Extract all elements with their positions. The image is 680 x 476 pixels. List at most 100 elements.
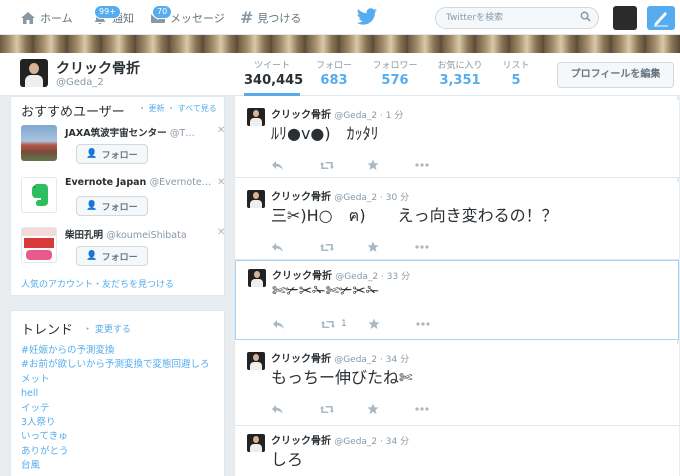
retweet-button[interactable] — [319, 240, 367, 254]
tweet-time[interactable]: 33 分 — [387, 272, 410, 282]
messages-badge: 70 — [152, 5, 173, 19]
tweet-avatar[interactable] — [247, 352, 265, 370]
user-avatar[interactable] — [21, 227, 57, 263]
nav-messages[interactable]: メッセージ 70 — [150, 0, 225, 35]
tweet-handle: @Geda_2 — [334, 437, 378, 447]
add-user-icon: 👤 — [86, 201, 98, 211]
reply-button[interactable] — [272, 317, 320, 331]
trends-list: #妊娠からの予測変換 #お前が欲しいから予測変換で変態回避しろ メット hell… — [21, 344, 209, 474]
trend-item[interactable]: 3人祭り — [21, 416, 209, 430]
nav-discover[interactable]: # 見つける — [240, 0, 301, 35]
favorite-button[interactable] — [367, 240, 415, 254]
reply-button[interactable] — [271, 402, 319, 416]
reply-button[interactable] — [271, 240, 319, 254]
trend-item[interactable]: メット — [21, 373, 209, 387]
user-name-line[interactable]: Evernote Japan @Evernote… — [65, 177, 211, 188]
suggested-user: Evernote Japan @Evernote… ✕ 👤 フォロー — [21, 177, 225, 223]
tweet-time[interactable]: 34 分 — [386, 437, 409, 447]
more-button[interactable] — [416, 317, 464, 331]
favorite-button[interactable] — [367, 402, 415, 416]
retweet-icon — [320, 243, 334, 251]
stat-value: 683 — [320, 73, 348, 88]
more-button[interactable] — [415, 402, 463, 416]
dismiss-icon[interactable]: ✕ — [217, 125, 225, 136]
user-name-line[interactable]: JAXA筑波宇宙センター @T… — [65, 125, 195, 139]
favorite-button[interactable] — [368, 317, 416, 331]
profile-name[interactable]: クリック骨折 — [56, 58, 140, 78]
trend-item[interactable]: いってきゅ — [21, 430, 209, 444]
retweet-icon — [321, 320, 335, 328]
retweet-button[interactable]: 1 — [320, 317, 368, 331]
trend-item[interactable]: イッテ — [21, 402, 209, 416]
trend-item[interactable]: #お前が欲しいから予測変換で変態回避しろ — [21, 358, 209, 372]
tweet-time[interactable]: 1 分 — [386, 111, 404, 121]
dot-separator: · — [378, 272, 387, 282]
tweet[interactable]: クリック骨折 @Geda_2 · 30 分 三✂)H○ ฅ) えっ向き変わるの！… — [235, 182, 679, 260]
tweet-text: 三✂)H○ ฅ) えっ向き変わるの！？ — [271, 206, 558, 225]
retweet-button[interactable] — [319, 158, 367, 172]
favorite-button[interactable] — [367, 158, 415, 172]
find-friends-link[interactable]: 人気のアカウント・友だちを見つける — [21, 277, 174, 290]
tweet-timeline: クリック骨折 @Geda_2 · 1 分 ﾙﾘ●v●) ｶｯﾀﾘ クリック骨折 … — [234, 96, 679, 476]
tweet-header: クリック骨折 @Geda_2 · 33 分 — [272, 267, 410, 282]
follow-label: フォロー — [101, 202, 138, 213]
search-input[interactable]: Twitterを検索 — [435, 7, 599, 29]
follow-button[interactable]: 👤 フォロー — [76, 196, 148, 216]
tweet[interactable]: クリック骨折 @Geda_2 · 34 分 もっちー伸びたね✄ — [235, 344, 679, 426]
tweet-text: しろ — [271, 450, 304, 469]
more-button[interactable] — [415, 158, 463, 172]
reply-button[interactable] — [271, 158, 319, 172]
retweet-count: 1 — [341, 319, 347, 329]
user-avatar[interactable] — [21, 125, 57, 161]
trend-item[interactable]: 台風 — [21, 459, 209, 473]
user-handle: @Evernote… — [149, 177, 212, 188]
stat-value: 5 — [511, 73, 521, 88]
star-icon — [368, 318, 380, 329]
user-handle: @T… — [169, 128, 195, 139]
tweet-avatar[interactable] — [247, 434, 265, 452]
star-icon — [367, 403, 379, 414]
search-icon[interactable] — [580, 11, 591, 22]
user-name-line[interactable]: 柴田孔明 @koumeiShibata — [65, 227, 187, 241]
account-avatar[interactable] — [613, 6, 637, 30]
stat-lists[interactable]: リスト 5 — [500, 58, 532, 88]
profile-navbar: クリック骨折 @Geda_2 ツイート 340,445 フォロー 683 フォロ… — [0, 53, 680, 96]
trends-change-link[interactable]: ・ 変更する — [83, 322, 131, 335]
who-to-follow-links[interactable]: ・ 更新 ・ すべて見る — [138, 103, 217, 114]
retweet-button[interactable] — [319, 402, 367, 416]
stat-value: 576 — [381, 73, 409, 88]
stat-favorites[interactable]: お気に入り 3,351 — [435, 58, 485, 88]
nav-messages-label: メッセージ — [170, 11, 225, 25]
profile-banner — [0, 35, 680, 53]
stat-tweets[interactable]: ツイート 340,445 — [244, 58, 304, 96]
stat-following[interactable]: フォロー 683 — [312, 58, 356, 88]
dismiss-icon[interactable]: ✕ — [217, 227, 225, 238]
twitter-bird-icon[interactable] — [356, 8, 378, 26]
trend-item[interactable]: ありがとう — [21, 445, 209, 459]
trend-item[interactable]: hell — [21, 387, 209, 401]
tweet[interactable]: クリック骨折 @Geda_2 · 34 分 しろ — [235, 426, 679, 476]
edit-profile-button[interactable]: プロフィールを編集 — [557, 62, 674, 88]
tweet-actions — [271, 402, 463, 416]
tweet[interactable]: クリック骨折 @Geda_2 · 1 分 ﾙﾘ●v●) ｶｯﾀﾘ — [235, 100, 679, 178]
tweet-avatar[interactable] — [248, 269, 266, 287]
compose-tweet-button[interactable] — [647, 6, 675, 30]
tweet-avatar[interactable] — [247, 108, 265, 126]
profile-avatar[interactable] — [20, 59, 48, 87]
more-button[interactable] — [415, 240, 463, 254]
stat-followers[interactable]: フォロワー 576 — [370, 58, 420, 88]
dismiss-icon[interactable]: ✕ — [217, 177, 225, 188]
tweet[interactable]: クリック骨折 @Geda_2 · 33 分 ✄✃✂✁✄✃✂✁ 1 — [235, 260, 679, 340]
nav-home[interactable]: ホーム — [20, 0, 73, 35]
tweet-actions: 1 — [272, 317, 464, 331]
who-to-follow-card: おすすめユーザー ・ 更新 ・ すべて見る JAXA筑波宇宙センター @T… ✕… — [10, 96, 225, 296]
trend-item[interactable]: #妊娠からの予測変換 — [21, 344, 209, 358]
follow-button[interactable]: 👤 フォロー — [76, 144, 148, 164]
follow-button[interactable]: 👤 フォロー — [76, 246, 148, 266]
nav-notifications[interactable]: 通知 99+ — [92, 0, 134, 35]
tweet-avatar[interactable] — [247, 190, 265, 208]
stat-value: 340,445 — [244, 73, 304, 88]
tweet-header: クリック骨折 @Geda_2 · 1 分 — [271, 106, 403, 121]
user-avatar[interactable] — [21, 177, 57, 213]
home-icon — [21, 11, 35, 24]
